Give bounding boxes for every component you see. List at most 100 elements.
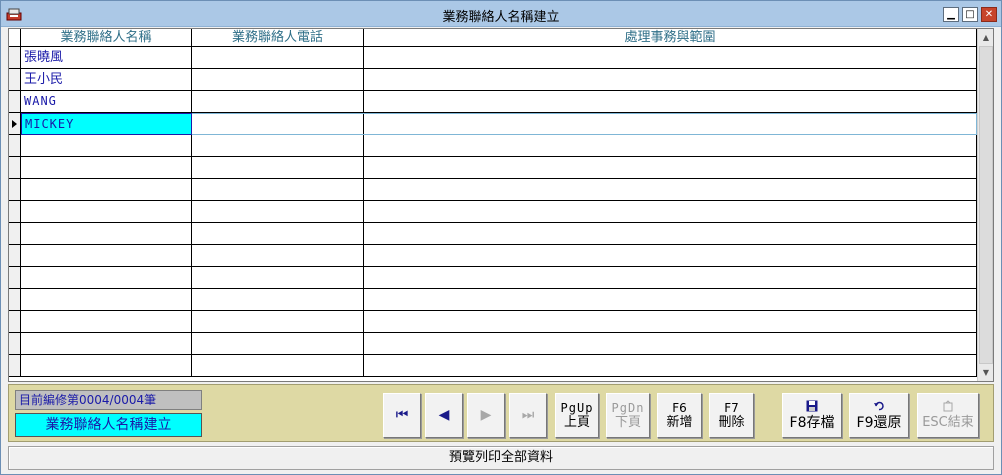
empty-table-row[interactable] [9,355,977,377]
row-selector[interactable] [9,355,21,377]
empty-table-row[interactable] [9,223,977,245]
scope-cell[interactable] [364,289,977,311]
scope-cell[interactable] [364,91,977,113]
name-cell[interactable] [21,355,192,377]
scope-cell[interactable] [364,223,977,245]
row-selector[interactable] [9,245,21,267]
scroll-down-button[interactable]: ▼ [978,364,993,381]
name-cell[interactable] [21,179,192,201]
save-button[interactable]: F8存檔 [782,393,842,438]
name-cell[interactable] [21,223,192,245]
phone-cell[interactable] [192,47,364,69]
scroll-thumb[interactable] [979,46,993,364]
phone-cell[interactable] [192,223,364,245]
empty-table-row[interactable] [9,289,977,311]
empty-table-row[interactable] [9,311,977,333]
row-selector[interactable] [9,157,21,179]
name-cell[interactable] [21,267,192,289]
empty-table-row[interactable] [9,333,977,355]
delete-button[interactable]: F7 刪除 [709,393,754,438]
name-cell[interactable] [21,135,192,157]
name-cell[interactable] [21,201,192,223]
next-record-button[interactable]: ▶ [467,393,505,438]
last-record-button[interactable]: ⏭ [509,393,547,438]
phone-cell[interactable] [192,113,364,135]
row-selector[interactable] [9,267,21,289]
empty-table-row[interactable] [9,267,977,289]
phone-cell[interactable] [192,179,364,201]
scope-cell[interactable] [364,311,977,333]
phone-cell[interactable] [192,355,364,377]
current-row-indicator-icon [12,120,17,128]
row-selector[interactable] [9,47,21,69]
scope-cell[interactable] [364,267,977,289]
table-row[interactable]: WANG [9,91,977,113]
contact-grid[interactable]: 業務聯絡人名稱 業務聯絡人電話 處理事務與範圍 張曉風 王小民 WANG MICKEY… [8,28,994,382]
title-bar[interactable]: 業務聯絡人名稱建立 ▁ □ ✕ [1,1,1001,27]
table-row[interactable]: 張曉風 [9,47,977,69]
name-cell[interactable] [21,311,192,333]
add-button[interactable]: F6 新增 [657,393,702,438]
row-selector[interactable] [9,311,21,333]
scope-cell[interactable] [364,201,977,223]
column-header-phone[interactable]: 業務聯絡人電話 [192,29,364,47]
phone-cell[interactable] [192,267,364,289]
first-record-button[interactable]: ⏮ [383,393,421,438]
scope-cell[interactable] [364,179,977,201]
phone-cell[interactable] [192,201,364,223]
phone-cell[interactable] [192,135,364,157]
row-selector[interactable] [9,113,21,135]
scope-cell[interactable] [364,245,977,267]
table-row[interactable]: 王小民 [9,69,977,91]
scope-cell[interactable] [364,69,977,91]
name-cell[interactable]: 張曉風 [21,47,192,69]
table-row[interactable]: MICKEY [9,113,977,135]
scope-cell[interactable] [364,47,977,69]
page-down-button[interactable]: PgDn 下頁 [606,393,650,438]
minimize-button[interactable]: ▁ [943,7,959,22]
name-cell[interactable]: WANG [21,91,192,113]
close-button[interactable]: ✕ [981,7,997,22]
name-cell[interactable]: MICKEY [21,113,192,135]
scope-cell[interactable] [364,157,977,179]
empty-table-row[interactable] [9,201,977,223]
page-up-button[interactable]: PgUp 上頁 [555,393,599,438]
empty-table-row[interactable] [9,245,977,267]
restore-button[interactable]: F9還原 [849,393,909,438]
phone-cell[interactable] [192,289,364,311]
scope-cell[interactable] [364,113,977,135]
row-selector[interactable] [9,91,21,113]
row-selector[interactable] [9,289,21,311]
exit-button[interactable]: ESC結束 [917,393,979,438]
phone-cell[interactable] [192,311,364,333]
name-cell[interactable] [21,157,192,179]
phone-cell[interactable] [192,333,364,355]
row-selector[interactable] [9,135,21,157]
phone-cell[interactable] [192,157,364,179]
empty-table-row[interactable] [9,157,977,179]
empty-table-row[interactable] [9,135,977,157]
column-header-name[interactable]: 業務聯絡人名稱 [21,29,192,47]
maximize-button[interactable]: □ [962,7,978,22]
empty-table-row[interactable] [9,179,977,201]
row-selector[interactable] [9,333,21,355]
scope-cell[interactable] [364,355,977,377]
row-selector[interactable] [9,69,21,91]
row-selector[interactable] [9,201,21,223]
prev-record-button[interactable]: ◀ [425,393,463,438]
name-cell[interactable] [21,333,192,355]
row-selector[interactable] [9,223,21,245]
vertical-scrollbar[interactable]: ▲ ▼ [977,29,993,381]
phone-cell[interactable] [192,91,364,113]
scroll-up-button[interactable]: ▲ [978,29,993,46]
row-selector[interactable] [9,179,21,201]
phone-cell[interactable] [192,245,364,267]
scope-cell[interactable] [364,135,977,157]
name-cell[interactable]: 王小民 [21,69,192,91]
preview-print-all-button[interactable]: 預覽列印全部資料 [8,446,994,470]
name-cell[interactable] [21,289,192,311]
name-cell[interactable] [21,245,192,267]
column-header-scope[interactable]: 處理事務與範圍 [364,29,977,47]
phone-cell[interactable] [192,69,364,91]
scope-cell[interactable] [364,333,977,355]
